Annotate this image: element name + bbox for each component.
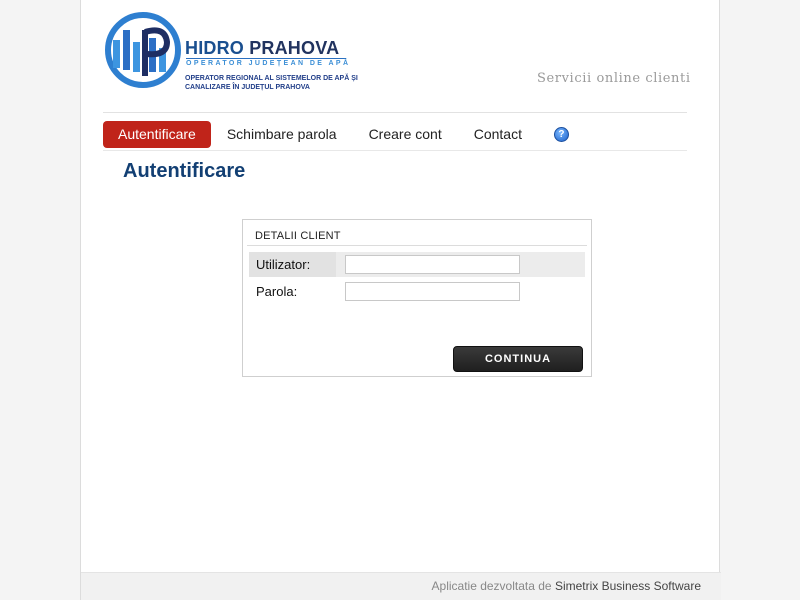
- brand-description: OPERATOR REGIONAL AL SISTEMELOR DE APĂ Ș…: [185, 75, 358, 91]
- password-label: Parola:: [256, 284, 298, 299]
- footer-credit: Aplicatie dezvoltata de Simetrix Busines…: [432, 579, 701, 593]
- page-title: Autentificare: [123, 160, 246, 182]
- nav-item-contact[interactable]: Contact: [458, 121, 538, 148]
- password-row: Parola:: [249, 279, 585, 304]
- footer: Aplicatie dezvoltata de Simetrix Busines…: [81, 572, 721, 600]
- username-row: Utilizator:: [249, 252, 585, 277]
- login-panel: DETALII CLIENT Utilizator: Parola: CONTI…: [242, 219, 592, 377]
- hidro-prahova-logo-mark: [105, 12, 181, 88]
- help-icon[interactable]: ?: [553, 127, 569, 142]
- nav-item-creare-cont[interactable]: Creare cont: [353, 121, 458, 148]
- brand-subtitle: OPERATOR JUDEȚEAN DE APĂ: [186, 58, 351, 67]
- main-nav: Autentificare Schimbare parola Creare co…: [103, 121, 569, 148]
- brand-title: HIDRO PRAHOVA: [185, 38, 339, 59]
- password-input[interactable]: [345, 282, 520, 301]
- footer-prefix: Aplicatie dezvoltata de: [431, 579, 552, 593]
- nav-divider: [103, 150, 687, 151]
- logo[interactable]: HIDRO PRAHOVA OPERATOR JUDEȚEAN DE APĂ O…: [105, 12, 385, 92]
- services-tagline: Servicii online clienti: [537, 71, 691, 86]
- continue-button[interactable]: CONTINUA: [453, 346, 583, 372]
- page-container: HIDRO PRAHOVA OPERATOR JUDEȚEAN DE APĂ O…: [80, 0, 721, 600]
- panel-divider: [247, 245, 587, 246]
- footer-company-link[interactable]: Simetrix Business Software: [555, 579, 701, 593]
- panel-title: DETALII CLIENT: [255, 230, 341, 242]
- username-label: Utilizator:: [256, 257, 311, 272]
- brand-title-part2: PRAHOVA: [249, 38, 340, 58]
- nav-item-schimbare-parola[interactable]: Schimbare parola: [211, 121, 353, 148]
- username-input[interactable]: [345, 255, 520, 274]
- nav-item-autentificare[interactable]: Autentificare: [103, 121, 211, 148]
- brand-title-part1: HIDRO: [185, 38, 244, 58]
- header-divider: [103, 112, 687, 113]
